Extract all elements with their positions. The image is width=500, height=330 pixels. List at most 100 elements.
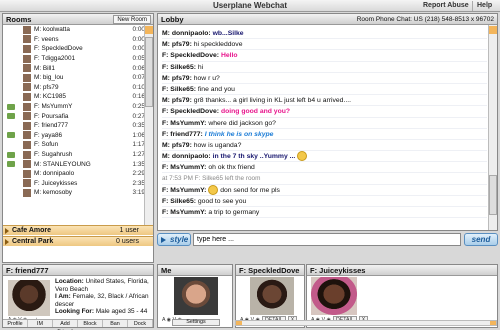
user-list-item[interactable]: M: Bill1 0:06: [3, 63, 145, 73]
no-webcam-icon: [7, 171, 15, 177]
scroll-right-icon[interactable]: [490, 321, 496, 325]
message-input[interactable]: [193, 233, 461, 246]
profile-block-button[interactable]: Block: [78, 320, 103, 327]
chat-message: M: pfs79: gr8 thanks... a girl living in…: [162, 95, 487, 107]
message-author[interactable]: F: MsYummY:: [162, 209, 206, 216]
smiley-icon: [297, 151, 308, 162]
user-time: 0:00: [132, 35, 145, 43]
webcam-icon: [7, 132, 15, 139]
message-author[interactable]: F: MsYummY:: [162, 120, 206, 127]
user-list-item[interactable]: F: Sofun 1:17: [3, 140, 145, 150]
scroll-up-icon[interactable]: [145, 26, 153, 34]
speckleddove-cam-header: F: SpeckledDove: [236, 265, 304, 276]
help-button[interactable]: Help: [474, 1, 495, 11]
user-time: 2:35: [132, 179, 145, 187]
new-room-button[interactable]: New Room: [113, 15, 151, 24]
room-name: Cafe Amore: [12, 227, 52, 234]
message-author[interactable]: M: pfs79:: [162, 142, 192, 149]
room-cafe-amore[interactable]: Cafe Amore 1 user: [3, 225, 153, 235]
message-scrollbar[interactable]: [488, 25, 497, 230]
message-author[interactable]: M: donnipaolo:: [162, 30, 211, 37]
user-list-item[interactable]: F: friend777 0:35: [3, 121, 145, 131]
send-button[interactable]: send: [464, 233, 498, 246]
chat-message: F: Silke65: fine and you: [162, 84, 487, 96]
user-list-item[interactable]: M: kemosoby 3:19: [3, 188, 145, 198]
user-list-item[interactable]: F: veens 0:00: [3, 35, 145, 45]
user-list-item[interactable]: F: SpeckledDove 0:00: [3, 44, 145, 54]
user-list-item[interactable]: M: pfs79 0:10: [3, 83, 145, 93]
profile-profile-button[interactable]: Profile: [3, 320, 28, 327]
message-author[interactable]: M: pfs79:: [162, 75, 192, 82]
profile-dock-button[interactable]: Dock: [128, 320, 153, 327]
system-message: at 7:53 PM F: Silke65 left the room: [162, 173, 487, 185]
no-webcam-icon: [7, 27, 15, 33]
message-author[interactable]: M: donnipaolo:: [162, 153, 211, 160]
chat-message: M: pfs79: how is uganda?: [162, 140, 487, 152]
lobby-title: Lobby: [161, 15, 184, 24]
user-list-item[interactable]: F: Sugahrush 1:27: [3, 150, 145, 160]
user-list: M: koolwatta 0:00 F: veens 0:00 F: SpeckledD…: [3, 25, 145, 225]
user-list-item[interactable]: M: KC1985 0:16: [3, 92, 145, 102]
scroll-thumb[interactable]: [489, 175, 497, 215]
user-list-item[interactable]: F: Juiceykisses 2:35: [3, 179, 145, 189]
user-name: F: Juiceykisses: [34, 179, 78, 187]
user-list-item[interactable]: M: big_lou 0:07: [3, 73, 145, 83]
user-time: 0:00: [132, 26, 145, 34]
user-list-item[interactable]: M: STANLEYOUNG 1:35: [3, 159, 145, 169]
profile-im-button[interactable]: IM: [28, 320, 53, 327]
message-text: fine and you: [197, 85, 235, 93]
scroll-up-icon[interactable]: [489, 26, 497, 34]
scroll-left-icon[interactable]: [236, 321, 242, 325]
message-author[interactable]: M: pfs79:: [162, 41, 192, 48]
settings-button[interactable]: Settings: [172, 319, 220, 326]
style-button[interactable]: style: [157, 233, 191, 246]
no-webcam-icon: [7, 94, 15, 100]
user-name: F: friend777: [34, 122, 69, 130]
chat-message: F: MsYummY: where did jackson go?: [162, 118, 487, 129]
message-author[interactable]: F: Silke65:: [162, 86, 196, 93]
message-text: good to see you: [197, 197, 247, 205]
user-list-scrollbar[interactable]: [144, 25, 153, 225]
room-name: Central Park: [12, 238, 54, 245]
no-webcam-icon: [7, 75, 15, 81]
avatar: [23, 121, 31, 130]
user-time: 0:16: [132, 93, 145, 101]
user-time: 1:06: [132, 131, 145, 139]
message-author[interactable]: M: pfs79:: [162, 97, 192, 104]
message-author[interactable]: F: Silke65:: [162, 64, 196, 71]
message-author[interactable]: F: MsYummY:: [162, 164, 206, 171]
message-author[interactable]: F: friend777:: [162, 131, 203, 138]
user-name: F: SpeckledDove: [34, 45, 83, 53]
message-text: a trip to germany: [208, 209, 260, 216]
webcam-icon: [7, 151, 15, 158]
user-list-item[interactable]: F: Tdigga2001 0:05: [3, 54, 145, 64]
message-author[interactable]: F: SpeckledDove:: [162, 52, 219, 59]
chat-message: M: pfs79: how r u?: [162, 73, 487, 84]
message-author[interactable]: F: SpeckledDove:: [162, 108, 219, 115]
profile-ban-button[interactable]: Ban: [103, 320, 128, 327]
message-text: I think he is on skype: [204, 130, 274, 138]
cams-horizontal-scrollbar[interactable]: [235, 320, 497, 326]
lobby-header: Lobby Room Phone Chat: US (218) 548-8513…: [158, 14, 497, 25]
chat-message: F: MsYummY: don send for me pls: [162, 184, 487, 196]
scroll-thumb[interactable]: [145, 37, 153, 107]
room-user-count: 0 users: [116, 238, 139, 245]
avatar: [23, 73, 31, 82]
user-name: M: donnipaolo: [34, 170, 75, 178]
iam-label: I Am:: [55, 293, 71, 301]
user-list-item[interactable]: F: Poursafia 0:27: [3, 111, 145, 121]
user-list-item[interactable]: F: yaya86 1:06: [3, 131, 145, 141]
report-abuse-button[interactable]: Report Abuse: [420, 1, 473, 11]
user-list-item[interactable]: M: donnipaolo 2:29: [3, 169, 145, 179]
user-list-item[interactable]: F: MsYummY 0:25: [3, 102, 145, 112]
message-author[interactable]: F: Silke65:: [162, 198, 196, 205]
user-time: 0:06: [132, 64, 145, 72]
profile-add-friend-button[interactable]: Add Friend: [53, 320, 78, 330]
message-text: at 7:53 PM F: Silke65 left the room: [162, 175, 261, 183]
user-name: F: yaya86: [34, 131, 63, 139]
chat-message: F: Silke65: good to see you: [162, 196, 487, 207]
room-central-park[interactable]: Central Park 0 users: [3, 236, 153, 246]
user-list-item[interactable]: M: koolwatta 0:00: [3, 25, 145, 35]
no-webcam-icon: [7, 190, 15, 196]
message-author[interactable]: F: MsYummY:: [162, 187, 206, 194]
